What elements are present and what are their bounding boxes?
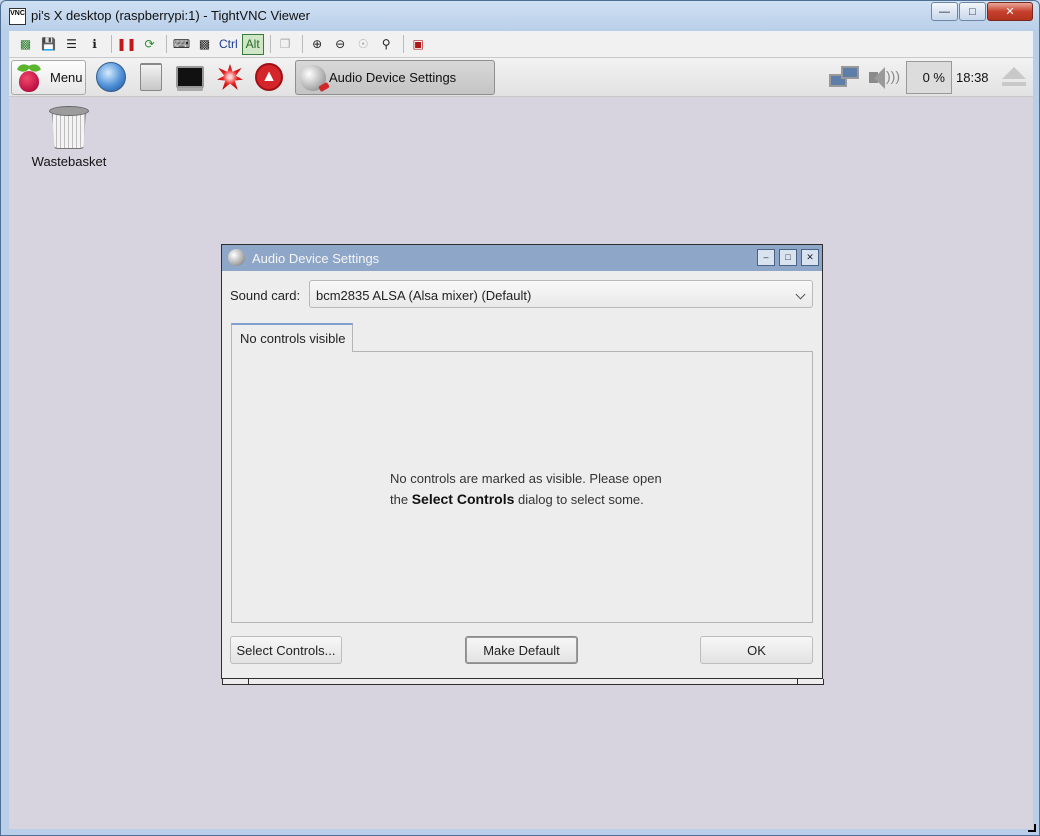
sound-card-select[interactable]: bcm2835 ALSA (Alsa mixer) (Default)	[309, 280, 813, 308]
options-icon[interactable]: ☰	[61, 34, 82, 55]
remote-desktop[interactable]: Menu ▲ Audio Device Settings ))) 0 % 18:…	[9, 58, 1033, 829]
dialog-title: Audio Device Settings	[252, 251, 380, 266]
info-icon[interactable]: ℹ	[84, 34, 105, 55]
ok-button[interactable]: OK	[700, 636, 813, 664]
eject-icon[interactable]	[1002, 67, 1026, 89]
dialog-titlebar[interactable]: Audio Device Settings – □ ✕	[222, 245, 822, 271]
refresh-icon[interactable]: ⟳	[139, 34, 160, 55]
clock[interactable]: 18:38	[956, 70, 989, 85]
make-default-button[interactable]: Make Default	[465, 636, 578, 664]
wastebasket-label: Wastebasket	[31, 154, 107, 169]
vnc-viewer-window: VNC pi's X desktop (raspberrypi:1) - Tig…	[0, 0, 1040, 836]
sound-card-label: Sound card:	[230, 288, 301, 303]
message-rest: dialog to select some.	[518, 492, 644, 507]
resize-grip-icon[interactable]	[1028, 824, 1036, 832]
message-line-1: No controls are marked as visible. Pleas…	[390, 471, 662, 486]
vnc-toolbar: ▩ 💾 ☰ ℹ ❚❚ ⟳ ⌨ ▩ Ctrl Alt ❐ ⊕ ⊖ ☉ ⚲ ▣	[9, 31, 1033, 58]
toolbar-separator	[166, 35, 167, 53]
message-bold: Select Controls	[411, 491, 515, 507]
fullscreen-icon[interactable]: ▣	[408, 34, 429, 55]
taskbar-audio-device-settings[interactable]: Audio Device Settings	[295, 60, 495, 95]
chevron-down-icon	[795, 289, 806, 300]
sound-card-value: bcm2835 ALSA (Alsa mixer) (Default)	[316, 288, 532, 303]
new-connection-icon[interactable]: ▩	[15, 34, 36, 55]
raspberry-pi-icon	[16, 61, 42, 93]
mathematica-icon[interactable]	[214, 61, 246, 93]
menu-label: Menu	[50, 70, 83, 85]
select-controls-button[interactable]: Select Controls...	[230, 636, 342, 664]
audio-device-settings-dialog: Audio Device Settings – □ ✕ Sound card: …	[221, 244, 824, 685]
lxde-panel: Menu ▲ Audio Device Settings ))) 0 % 18:…	[9, 58, 1033, 97]
save-icon[interactable]: 💾	[38, 34, 59, 55]
toolbar-separator	[402, 35, 404, 53]
zoom-out-icon[interactable]: ⊖	[330, 34, 351, 55]
dialog-minimize-button[interactable]: –	[757, 249, 775, 266]
alt-key-toggle[interactable]: Alt	[241, 33, 264, 55]
vnc-window-title: pi's X desktop (raspberrypi:1) - TightVN…	[31, 8, 310, 23]
vnc-app-icon: VNC	[9, 8, 26, 25]
vnc-titlebar[interactable]: VNC pi's X desktop (raspberrypi:1) - Tig…	[1, 1, 1039, 31]
message-the: the	[390, 492, 409, 507]
zoom-100-icon[interactable]: ☉	[353, 34, 374, 55]
ctrl-alt-del-icon[interactable]: ⌨	[171, 34, 192, 55]
dialog-bottom-border	[222, 679, 824, 685]
trash-icon	[49, 106, 89, 150]
pause-icon[interactable]: ❚❚	[116, 34, 137, 55]
zoom-fit-icon[interactable]: ⚲	[376, 34, 397, 55]
web-browser-icon[interactable]	[95, 61, 127, 93]
zoom-in-icon[interactable]: ⊕	[307, 34, 328, 55]
tab-no-controls-visible[interactable]: No controls visible	[231, 323, 353, 352]
message-line-2: the Select Controls dialog to select som…	[390, 489, 662, 510]
toolbar-separator	[269, 35, 271, 53]
toolbar-separator	[301, 35, 303, 53]
minimize-button[interactable]: —	[931, 2, 958, 21]
audio-settings-icon	[228, 249, 245, 266]
dialog-close-button[interactable]: ✕	[801, 249, 819, 266]
network-icon[interactable]	[829, 66, 861, 90]
menu-button[interactable]: Menu	[11, 60, 86, 95]
volume-icon[interactable]: )))	[867, 65, 900, 91]
ctrl-key-toggle[interactable]: Ctrl	[217, 34, 240, 55]
terminal-icon[interactable]	[174, 61, 206, 93]
task-label: Audio Device Settings	[329, 70, 457, 85]
tab-panel: No controls are marked as visible. Pleas…	[231, 351, 813, 623]
no-controls-message: No controls are marked as visible. Pleas…	[390, 469, 662, 510]
cpu-usage-monitor[interactable]: 0 %	[906, 61, 952, 94]
wolfram-icon[interactable]: ▲	[253, 61, 285, 93]
ctrl-esc-icon[interactable]: ▩	[194, 34, 215, 55]
close-button[interactable]: ✕	[987, 2, 1033, 21]
toolbar-separator	[111, 35, 112, 53]
dialog-maximize-button[interactable]: □	[779, 249, 797, 266]
clipboard-icon[interactable]: ❐	[275, 34, 296, 55]
audio-settings-icon	[300, 64, 326, 91]
wastebasket-desktop-icon[interactable]: Wastebasket	[27, 106, 111, 169]
maximize-button[interactable]: □	[959, 2, 986, 21]
file-manager-icon[interactable]	[135, 61, 167, 93]
